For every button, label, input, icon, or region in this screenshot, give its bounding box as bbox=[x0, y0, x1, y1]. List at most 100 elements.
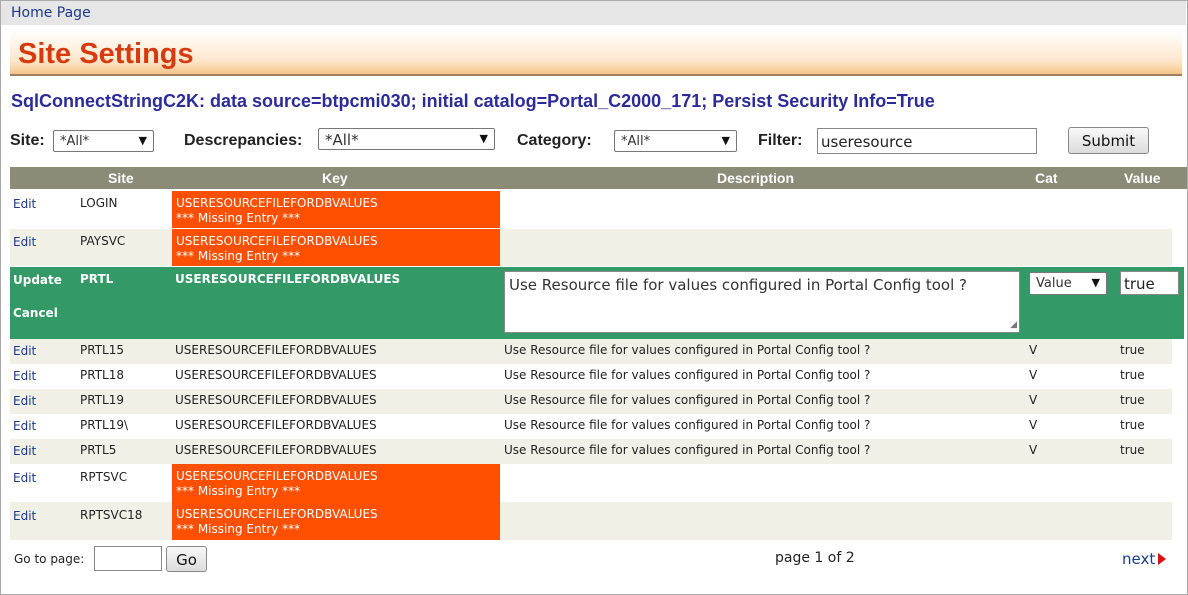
resize-grip-icon[interactable]: ◢ bbox=[1010, 320, 1017, 330]
site-cell: PRTL19\ bbox=[80, 418, 129, 432]
edit-link[interactable]: Edit bbox=[13, 344, 36, 358]
value-cell: true bbox=[1120, 343, 1145, 357]
key-cell: USERESOURCEFILEFORDBVALUES bbox=[175, 272, 401, 286]
chevron-down-icon: ▼ bbox=[479, 132, 488, 145]
site-cell: PRTL19 bbox=[80, 393, 124, 407]
filter-label: Filter: bbox=[758, 132, 803, 149]
site-select[interactable]: *All* ▼ bbox=[53, 130, 154, 152]
column-header-value: Value bbox=[1124, 170, 1161, 186]
missing-entry-cell: USERESOURCEFILEFORDBVALUES *** Missing E… bbox=[172, 229, 500, 266]
cat-cell: V bbox=[1029, 343, 1038, 357]
goto-page-input[interactable] bbox=[94, 546, 162, 571]
value-input[interactable]: true bbox=[1120, 271, 1179, 295]
site-cell: PRTL15 bbox=[80, 343, 124, 357]
missing-entry-cell: USERESOURCEFILEFORDBVALUES *** Missing E… bbox=[172, 191, 500, 228]
next-page-link[interactable]: next bbox=[1122, 550, 1167, 568]
table-row: Edit PRTL15 USERESOURCEFILEFORDBVALUES U… bbox=[10, 339, 1172, 364]
table-row: Edit PRTL18 USERESOURCEFILEFORDBVALUES U… bbox=[10, 364, 1172, 389]
description-cell: Use Resource file for values configured … bbox=[504, 393, 871, 407]
description-textarea-value: Use Resource file for values configured … bbox=[509, 276, 968, 294]
missing-entry-cell: USERESOURCEFILEFORDBVALUES *** Missing E… bbox=[172, 464, 500, 502]
discrepancies-select[interactable]: *All* ▼ bbox=[318, 128, 495, 150]
edit-link[interactable]: Edit bbox=[13, 369, 36, 383]
category-select[interactable]: *All* ▼ bbox=[614, 130, 737, 152]
filter-input[interactable]: useresource bbox=[817, 128, 1037, 154]
update-link[interactable]: Update bbox=[13, 273, 62, 287]
missing-entry-label: *** Missing Entry *** bbox=[176, 249, 301, 263]
table-row: Edit LOGIN USERESOURCEFILEFORDBVALUES **… bbox=[10, 191, 1172, 228]
key-cell: USERESOURCEFILEFORDBVALUES bbox=[176, 234, 378, 248]
table-header: Site Key Description Cat Value bbox=[10, 167, 1187, 189]
description-cell: Use Resource file for values configured … bbox=[504, 443, 871, 457]
category-filter-label: Category: bbox=[517, 132, 592, 149]
site-cell: PAYSVC bbox=[80, 234, 126, 248]
description-cell: Use Resource file for values configured … bbox=[504, 343, 871, 357]
edit-link[interactable]: Edit bbox=[13, 235, 36, 249]
chevron-down-icon: ▼ bbox=[1091, 276, 1100, 289]
cat-cell: V bbox=[1029, 368, 1038, 382]
category-select-value: *All* bbox=[621, 134, 651, 149]
title-bar: Site Settings bbox=[10, 30, 1182, 76]
description-cell: Use Resource file for values configured … bbox=[504, 368, 871, 382]
home-page-link[interactable]: Home Page bbox=[11, 5, 91, 21]
table-row: Edit RPTSVC18 USERESOURCEFILEFORDBVALUES… bbox=[10, 502, 1172, 540]
edit-link[interactable]: Edit bbox=[13, 197, 36, 211]
key-cell: USERESOURCEFILEFORDBVALUES bbox=[175, 368, 377, 382]
next-arrow-icon bbox=[1158, 553, 1167, 565]
edit-link[interactable]: Edit bbox=[13, 509, 36, 523]
missing-entry-label: *** Missing Entry *** bbox=[176, 211, 301, 225]
top-nav-bar: Home Page bbox=[1, 1, 1186, 25]
edit-link[interactable]: Edit bbox=[13, 444, 36, 458]
value-cell: true bbox=[1120, 368, 1145, 382]
site-cell: PRTL bbox=[80, 272, 114, 286]
site-cell: RPTSVC18 bbox=[80, 508, 143, 522]
key-cell: USERESOURCEFILEFORDBVALUES bbox=[175, 343, 377, 357]
description-cell: Use Resource file for values configured … bbox=[504, 418, 871, 432]
table-row: Edit RPTSVC USERESOURCEFILEFORDBVALUES *… bbox=[10, 464, 1172, 502]
missing-entry-label: *** Missing Entry *** bbox=[176, 484, 301, 498]
edit-link[interactable]: Edit bbox=[13, 394, 36, 408]
next-label: next bbox=[1122, 550, 1156, 568]
missing-entry-cell: USERESOURCEFILEFORDBVALUES *** Missing E… bbox=[172, 502, 500, 540]
column-header-description: Description bbox=[717, 170, 795, 186]
page-title: Site Settings bbox=[18, 38, 194, 70]
site-cell: LOGIN bbox=[80, 196, 118, 210]
submit-button[interactable]: Submit bbox=[1068, 127, 1149, 154]
edit-link[interactable]: Edit bbox=[13, 419, 36, 433]
table-row: Edit PRTL19 USERESOURCEFILEFORDBVALUES U… bbox=[10, 389, 1172, 414]
site-cell: RPTSVC bbox=[80, 470, 128, 484]
key-cell: USERESOURCEFILEFORDBVALUES bbox=[176, 196, 378, 210]
key-cell: USERESOURCEFILEFORDBVALUES bbox=[176, 469, 378, 483]
category-row-select[interactable]: Value ▼ bbox=[1029, 272, 1107, 295]
discrepancies-select-value: *All* bbox=[325, 131, 359, 149]
description-textarea[interactable]: Use Resource file for values configured … bbox=[504, 271, 1020, 333]
edit-link[interactable]: Edit bbox=[13, 471, 36, 485]
value-cell: true bbox=[1120, 418, 1145, 432]
cat-cell: V bbox=[1029, 418, 1038, 432]
column-header-cat: Cat bbox=[1035, 170, 1058, 186]
page-info: page 1 of 2 bbox=[775, 550, 855, 566]
value-cell: true bbox=[1120, 393, 1145, 407]
discrepancies-filter-label: Descrepancies: bbox=[184, 132, 303, 149]
connection-string: SqlConnectStringC2K: data source=btpcmi0… bbox=[11, 91, 935, 111]
cancel-link[interactable]: Cancel bbox=[13, 306, 58, 320]
chevron-down-icon: ▼ bbox=[721, 134, 730, 147]
value-cell: true bbox=[1120, 443, 1145, 457]
key-cell: USERESOURCEFILEFORDBVALUES bbox=[175, 393, 377, 407]
go-button[interactable]: Go bbox=[166, 546, 207, 572]
column-header-site: Site bbox=[108, 170, 134, 186]
cat-cell: V bbox=[1029, 393, 1038, 407]
site-select-value: *All* bbox=[60, 134, 90, 149]
table-row: Edit PRTL5 USERESOURCEFILEFORDBVALUES Us… bbox=[10, 439, 1172, 464]
cat-cell: V bbox=[1029, 443, 1038, 457]
missing-entry-label: *** Missing Entry *** bbox=[176, 522, 301, 536]
goto-page-label: Go to page: bbox=[14, 552, 85, 566]
key-cell: USERESOURCEFILEFORDBVALUES bbox=[176, 507, 378, 521]
table-row: Edit PAYSVC USERESOURCEFILEFORDBVALUES *… bbox=[10, 229, 1172, 266]
chevron-down-icon: ▼ bbox=[138, 134, 147, 147]
table-row: Edit PRTL19\ USERESOURCEFILEFORDBVALUES … bbox=[10, 414, 1172, 439]
site-cell: PRTL5 bbox=[80, 443, 117, 457]
site-cell: PRTL18 bbox=[80, 368, 124, 382]
category-row-select-value: Value bbox=[1036, 276, 1072, 291]
site-filter-label: Site: bbox=[10, 132, 45, 149]
